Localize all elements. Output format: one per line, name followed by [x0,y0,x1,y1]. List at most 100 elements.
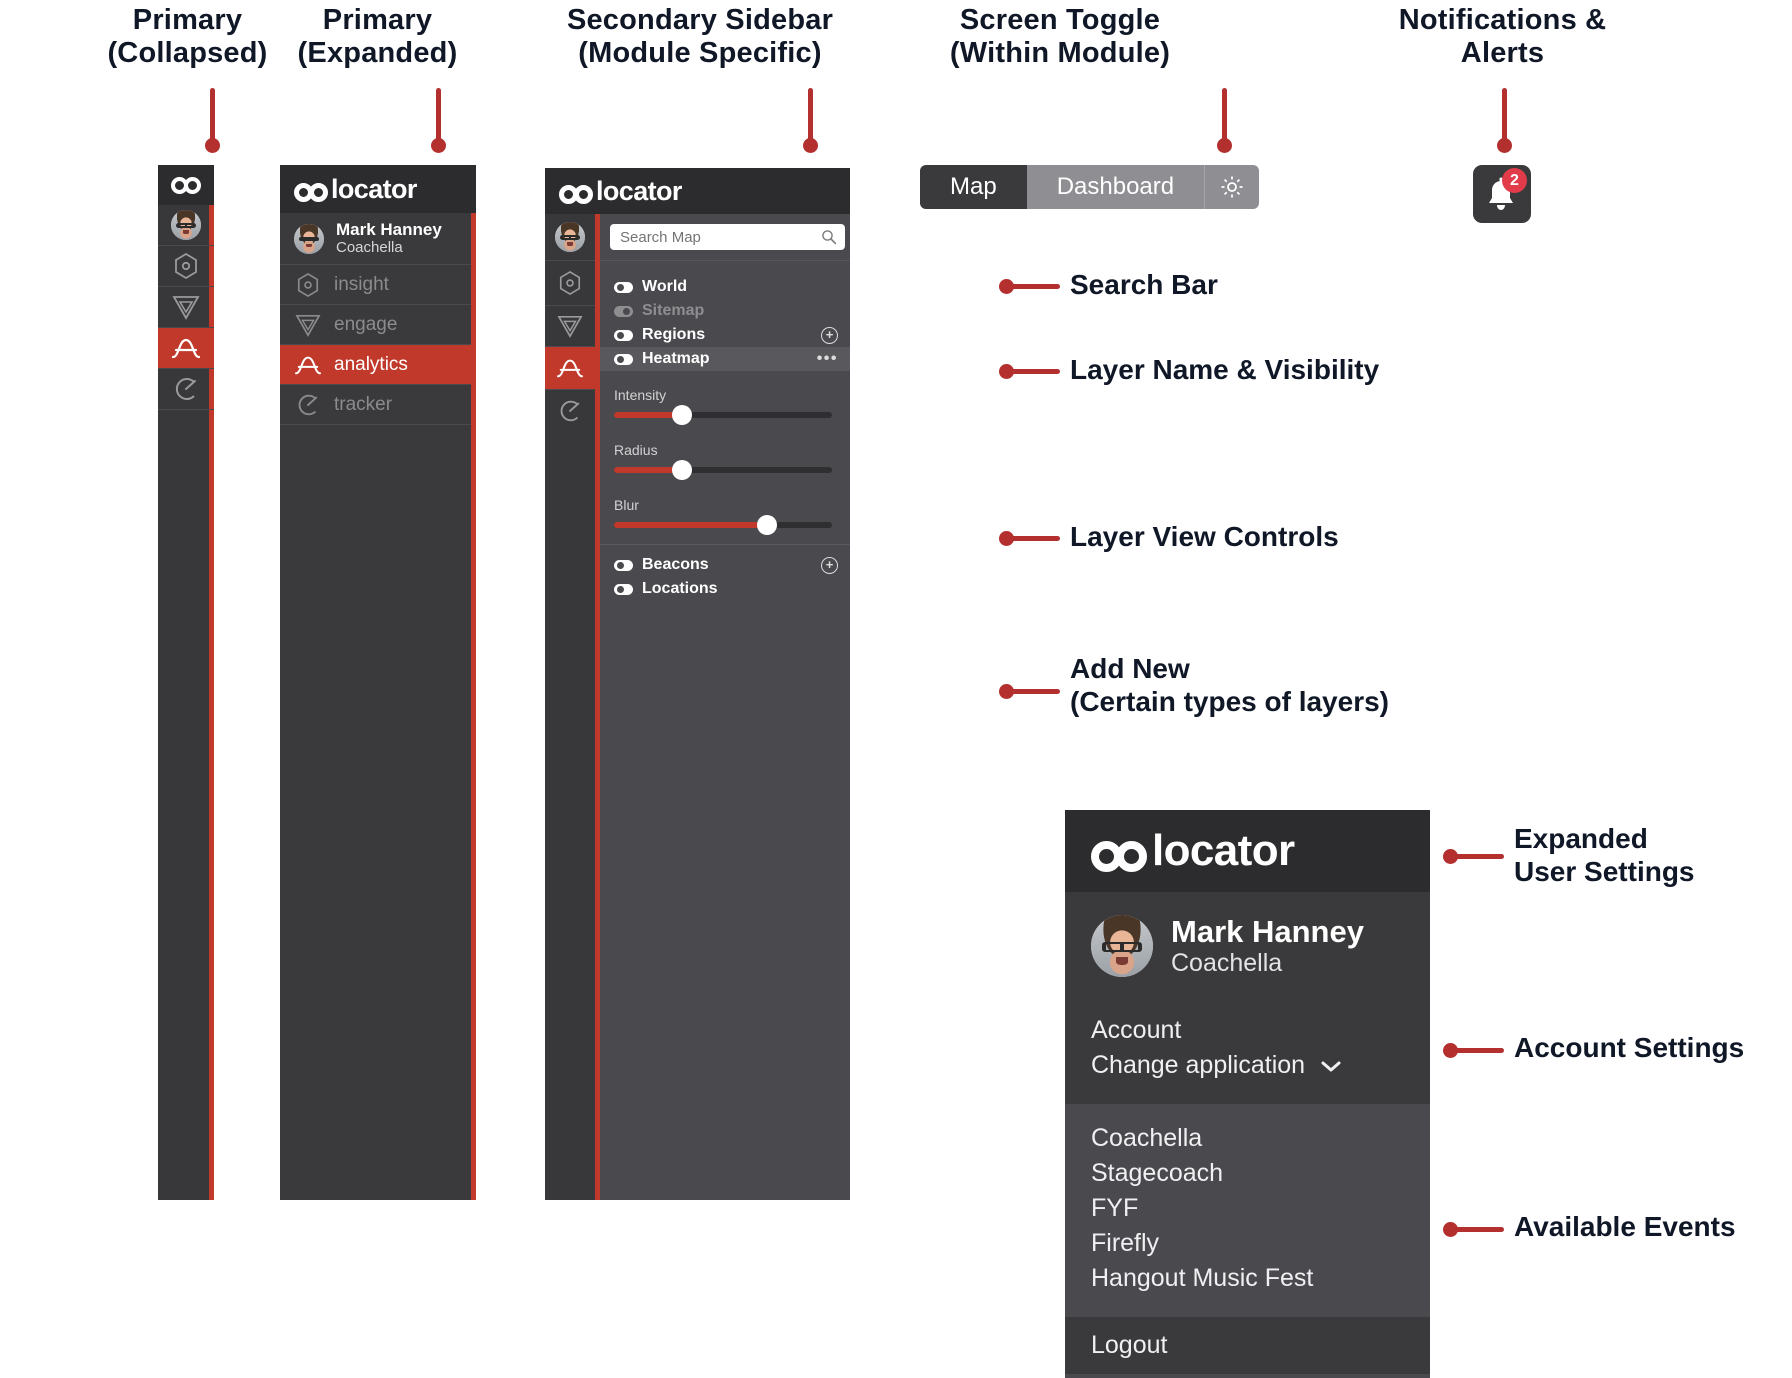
change-application-row[interactable]: Change application [1091,1051,1404,1080]
layer-label: Beacons [642,556,709,573]
rail-item-engage[interactable] [545,306,595,347]
nav-item-label: insight [334,273,389,295]
control-blur[interactable]: Blur [600,475,850,544]
callout-line-user-settings [1452,854,1504,859]
nav-item-tracker[interactable]: tracker [280,385,476,425]
callout-user-settings: Expanded User Settings [1514,823,1695,888]
brand-name: locator [596,175,682,206]
callout-line-layer-controls [1008,536,1060,541]
search-icon[interactable] [821,229,837,245]
hexagon-icon [294,272,322,298]
control-label: Intensity [614,387,667,403]
rail-item-engage[interactable] [158,287,214,328]
secondary-icon-rail[interactable] [545,214,595,1200]
layer-row-regions[interactable]: Regions + [600,323,850,347]
primary-user-name: Mark Hanney [336,219,442,239]
account-link[interactable]: Account [1091,1016,1404,1045]
search-bar[interactable] [600,214,850,260]
rail-item-tracker[interactable] [158,369,214,410]
control-intensity[interactable]: Intensity [600,381,850,425]
rail-item-avatar[interactable] [158,205,214,246]
heading-screen-toggle: Screen Toggle (Within Module) [949,4,1171,70]
add-layer-icon[interactable]: + [821,556,838,574]
nav-item-insight[interactable]: insight [280,265,476,305]
rail-item-avatar[interactable] [545,214,595,261]
layer-row-world[interactable]: World [600,275,850,299]
intensity-slider[interactable] [614,405,832,425]
infinity-logo-icon [1091,840,1147,872]
layer-row-sitemap[interactable]: Sitemap [600,299,850,323]
settings-button[interactable] [1204,165,1260,209]
analytics-curve-icon [556,359,584,378]
control-label: Blur [614,497,639,513]
notifications-button[interactable]: 2 [1473,165,1531,223]
avatar [555,222,585,252]
nav-item-engage[interactable]: engage [280,305,476,345]
visibility-toggle-icon[interactable] [614,281,633,293]
collapsed-brand-mark [158,165,214,205]
layer-options-icon[interactable]: ••• [817,351,838,367]
available-events-list[interactable]: Coachella Stagecoach FYF Firefly Hangout… [1065,1104,1430,1317]
rail-item-insight[interactable] [158,246,214,287]
nav-item-label: analytics [334,353,408,375]
rail-item-analytics[interactable] [545,347,595,390]
avatar [1091,915,1153,977]
event-item[interactable]: Hangout Music Fest [1091,1264,1404,1293]
accent-edge [471,213,476,1200]
account-section[interactable]: Account Change application [1065,1000,1430,1104]
logout-button[interactable]: Logout [1065,1317,1430,1374]
secondary-brand: locator [545,168,850,214]
event-item[interactable]: Stagecoach [1091,1159,1404,1188]
visibility-toggle-icon[interactable] [614,353,633,365]
event-item[interactable]: Firefly [1091,1229,1404,1258]
search-input[interactable] [618,227,821,247]
callout-line-search-bar [1008,284,1060,289]
visibility-toggle-icon[interactable] [614,305,633,317]
tab-map[interactable]: Map [920,165,1027,209]
callout-line-add-new [1008,689,1060,694]
rail-item-tracker[interactable] [545,390,595,432]
blur-slider[interactable] [614,515,832,535]
chevron-down-icon[interactable] [1319,1058,1343,1074]
tab-dashboard[interactable]: Dashboard [1026,165,1205,209]
infinity-logo-icon [294,182,328,202]
rail-item-insight[interactable] [545,261,595,306]
user-settings-org: Coachella [1171,948,1283,977]
event-item[interactable]: Coachella [1091,1124,1404,1153]
radius-slider[interactable] [614,460,832,480]
screen-toggle[interactable]: Map Dashboard [920,165,1260,209]
event-item[interactable]: FYF [1091,1194,1404,1223]
primary-sidebar-collapsed[interactable] [158,165,214,1200]
add-layer-icon[interactable]: + [821,326,838,344]
leader-dot-toggle [1217,138,1232,153]
visibility-toggle-icon[interactable] [614,559,633,571]
callout-line-account-settings [1452,1048,1504,1053]
visibility-toggle-icon[interactable] [614,329,633,341]
control-label: Radius [614,442,658,458]
rail-item-analytics[interactable] [158,328,214,369]
layer-row-locations[interactable]: Locations [600,577,850,601]
primary-sidebar-expanded[interactable]: locator Mark Hanney Coachella insight en… [280,165,476,1200]
nav-item-analytics[interactable]: analytics [280,345,476,385]
visibility-toggle-icon[interactable] [614,583,633,595]
layer-label: Locations [642,580,718,597]
user-settings-panel[interactable]: locator Mark Hanney Coachella Account Ch… [1065,810,1430,1378]
user-settings-user-row[interactable]: Mark Hanney Coachella [1065,892,1430,1000]
layer-row-beacons[interactable]: Beacons + [600,553,850,577]
gear-icon[interactable] [1219,174,1245,200]
primary-user-row[interactable]: Mark Hanney Coachella [280,213,476,265]
control-radius[interactable]: Radius [600,420,850,480]
layer-row-heatmap[interactable]: Heatmap ••• [600,347,850,371]
heading-primary-collapsed: Primary (Collapsed) [107,4,268,70]
tracker-circle-icon [294,392,322,418]
triangle-down-icon [557,315,583,338]
layer-label: Heatmap [642,350,710,367]
analytics-curve-icon [294,353,322,377]
heading-notifications: Notifications & Alerts [1398,4,1607,70]
callout-layer-visibility: Layer Name & Visibility [1070,354,1380,385]
hexagon-icon [559,270,581,296]
analytics-curve-icon [171,338,201,359]
secondary-sidebar[interactable]: locator Search Map World Sitemap Regions… [545,168,850,1200]
tracker-circle-icon [560,400,580,422]
leader-dot-collapsed [205,138,220,153]
